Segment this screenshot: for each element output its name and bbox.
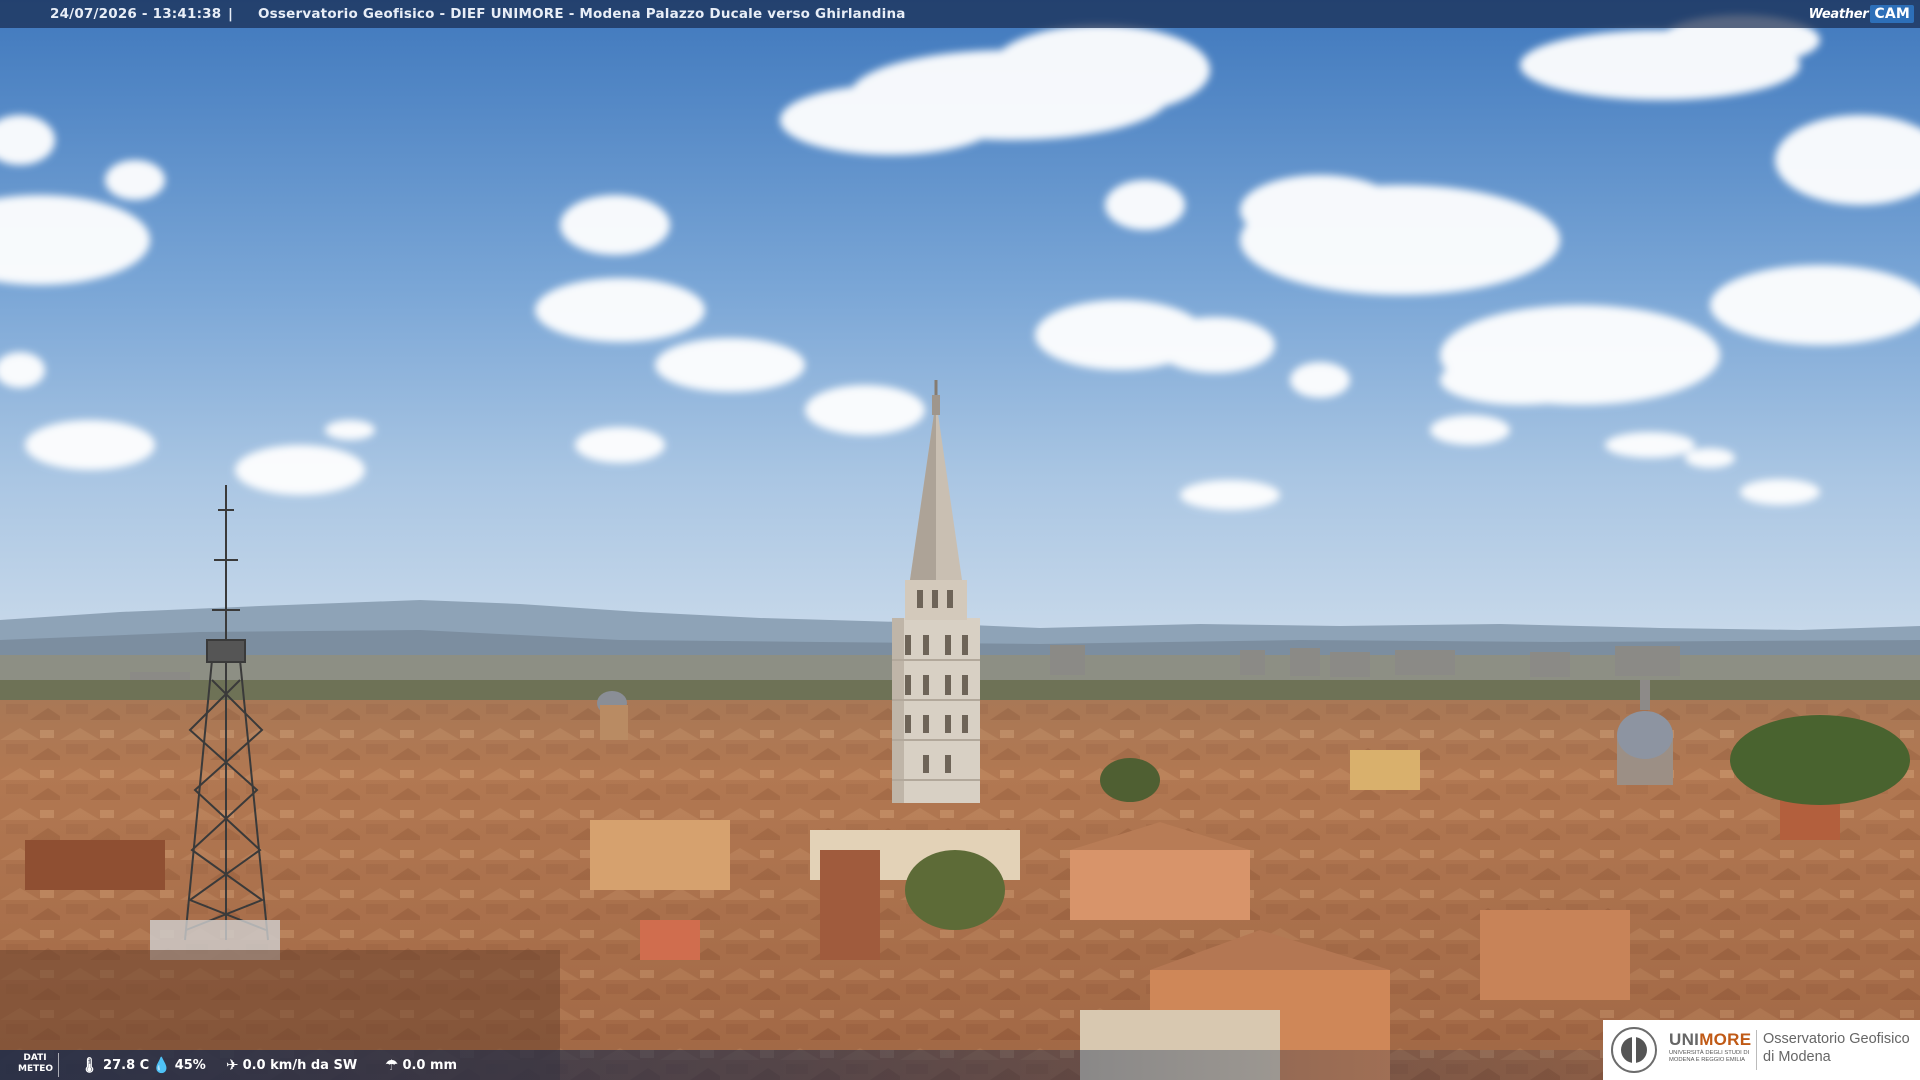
- university-seal-icon: [1611, 1027, 1657, 1073]
- temperature-readout: 🌡 27.8 C: [80, 1050, 149, 1080]
- humidity-readout: 💧 45%: [152, 1050, 206, 1080]
- dati-label-line2: METEO: [18, 1064, 54, 1074]
- seal-tower-mark: [1632, 1032, 1636, 1066]
- rain-value: 0.0 mm: [402, 1057, 458, 1073]
- overlay-header-bar: 24/07/2026 - 13:41:38 | Osservatorio Geo…: [0, 0, 1920, 28]
- wind-readout: ✈ 0.0 km/h da SW: [226, 1050, 357, 1080]
- temperature-value: 27.8 C: [103, 1057, 150, 1073]
- wind-value: 0.0 km/h da SW: [242, 1057, 358, 1073]
- unimore-wordmark-more: MORE: [1699, 1030, 1752, 1049]
- weather-bar-divider: [58, 1053, 59, 1077]
- camera-title: Osservatorio Geofisico - DIEF UNIMORE - …: [258, 6, 906, 22]
- weathercam-logo: Weather CAM: [1809, 3, 1914, 25]
- observatory-name: Osservatorio Geofisico di Modena: [1763, 1030, 1918, 1066]
- weathercam-logo-cam: CAM: [1870, 5, 1914, 23]
- wind-icon: ✈: [226, 1056, 239, 1074]
- humidity-drop-icon: 💧: [152, 1056, 171, 1074]
- observatory-line2: di Modena: [1763, 1049, 1831, 1065]
- university-subtitle: UNIVERSITÀ DEGLI STUDI DI MODENA E REGGI…: [1669, 1050, 1750, 1063]
- weathercam-logo-weather: Weather: [1808, 6, 1869, 22]
- logo-separator: [1756, 1030, 1757, 1070]
- header-separator: |: [228, 6, 234, 22]
- city-skyline-scene: [0, 0, 1920, 1080]
- unimore-wordmark-uni: UNI: [1669, 1030, 1700, 1049]
- webcam-image: [0, 0, 1920, 1080]
- unimore-wordmark: UNIMORE: [1669, 1030, 1751, 1050]
- thermometer-icon: 🌡: [80, 1056, 100, 1074]
- dati-meteo-label: DATI METEO: [18, 1053, 54, 1075]
- capture-datetime: 24/07/2026 - 13:41:38: [50, 6, 222, 22]
- unimore-logo-panel: UNIMORE UNIVERSITÀ DEGLI STUDI DI MODENA…: [1603, 1020, 1920, 1080]
- rain-umbrella-icon: ☂: [385, 1056, 399, 1074]
- dati-label-line1: DATI: [23, 1053, 47, 1063]
- rain-readout: ☂ 0.0 mm: [385, 1050, 457, 1080]
- humidity-value: 45%: [174, 1057, 206, 1073]
- observatory-line1: Osservatorio Geofisico: [1763, 1031, 1910, 1047]
